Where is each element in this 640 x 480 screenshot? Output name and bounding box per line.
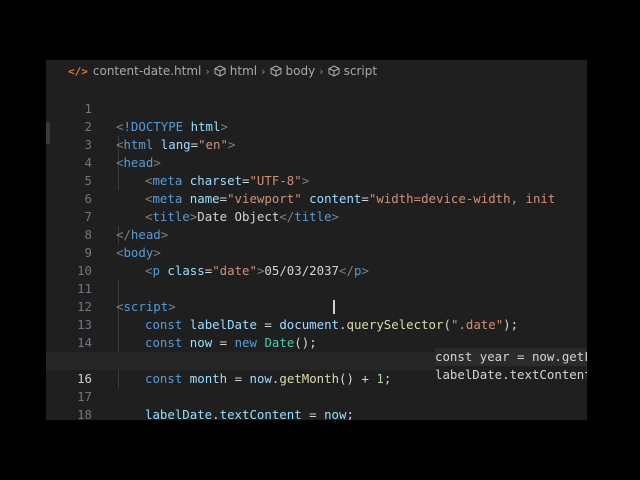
code-line[interactable]: 14 const date = now.getDate(); [46,316,587,368]
chevron-right-icon: › [205,64,210,78]
breadcrumb: </> content-date.html › html › body › sc… [46,60,587,82]
code-line[interactable]: 1 <!DOCTYPE html> [46,82,587,134]
text-cursor-icon [333,300,335,314]
breadcrumb-item-file[interactable]: </> content-date.html [68,64,201,78]
breadcrumb-item-html[interactable]: html [214,64,257,78]
symbol-cube-icon [328,65,340,77]
code-line[interactable]: 8 <body> [46,208,587,260]
breadcrumb-item-script[interactable]: script [328,64,377,78]
code-line[interactable]: 11 <script> [46,262,587,314]
inline-suggestion[interactable]: const year = now.getF labelDate.textCont… [435,348,587,382]
code-line[interactable]: 7 </head> [46,190,587,242]
chevron-right-icon: › [261,64,266,78]
breadcrumb-file-label: content-date.html [92,64,202,78]
code-line[interactable]: 18 </script> [46,388,587,420]
breadcrumb-html-label: html [229,64,258,78]
code-editor[interactable]: </> content-date.html › html › body › sc… [46,60,587,420]
code-line[interactable]: 13 const now = new Date(); [46,298,587,350]
chevron-right-icon: › [319,64,324,78]
code-line[interactable]: 6 <title>Date Object</title> [46,172,587,224]
code-line[interactable]: 2 <html lang="en"> [46,100,587,152]
code-line[interactable]: 19 </body> [46,406,587,420]
html-file-icon: </> [68,64,88,78]
code-line[interactable]: 12 const labelDate = document.querySelec… [46,280,587,332]
breadcrumb-body-label: body [285,64,316,78]
suggestion-line: labelDate.textContent [435,367,587,382]
code-line[interactable]: 3 <head> [46,118,587,170]
code-line[interactable]: 9 <p class="date">05/03/2037</p> [46,226,587,278]
suggestion-line: const year = now.getF [435,348,587,366]
breadcrumb-script-label: script [343,64,378,78]
code-line[interactable]: 5 <meta name="viewport" content="width=d… [46,154,587,206]
symbol-cube-icon [214,65,226,77]
code-line[interactable]: 4 <meta charset="UTF-8"> [46,136,587,188]
breadcrumb-item-body[interactable]: body [270,64,316,78]
code-line[interactable]: 10 [46,244,587,278]
symbol-cube-icon [270,65,282,77]
